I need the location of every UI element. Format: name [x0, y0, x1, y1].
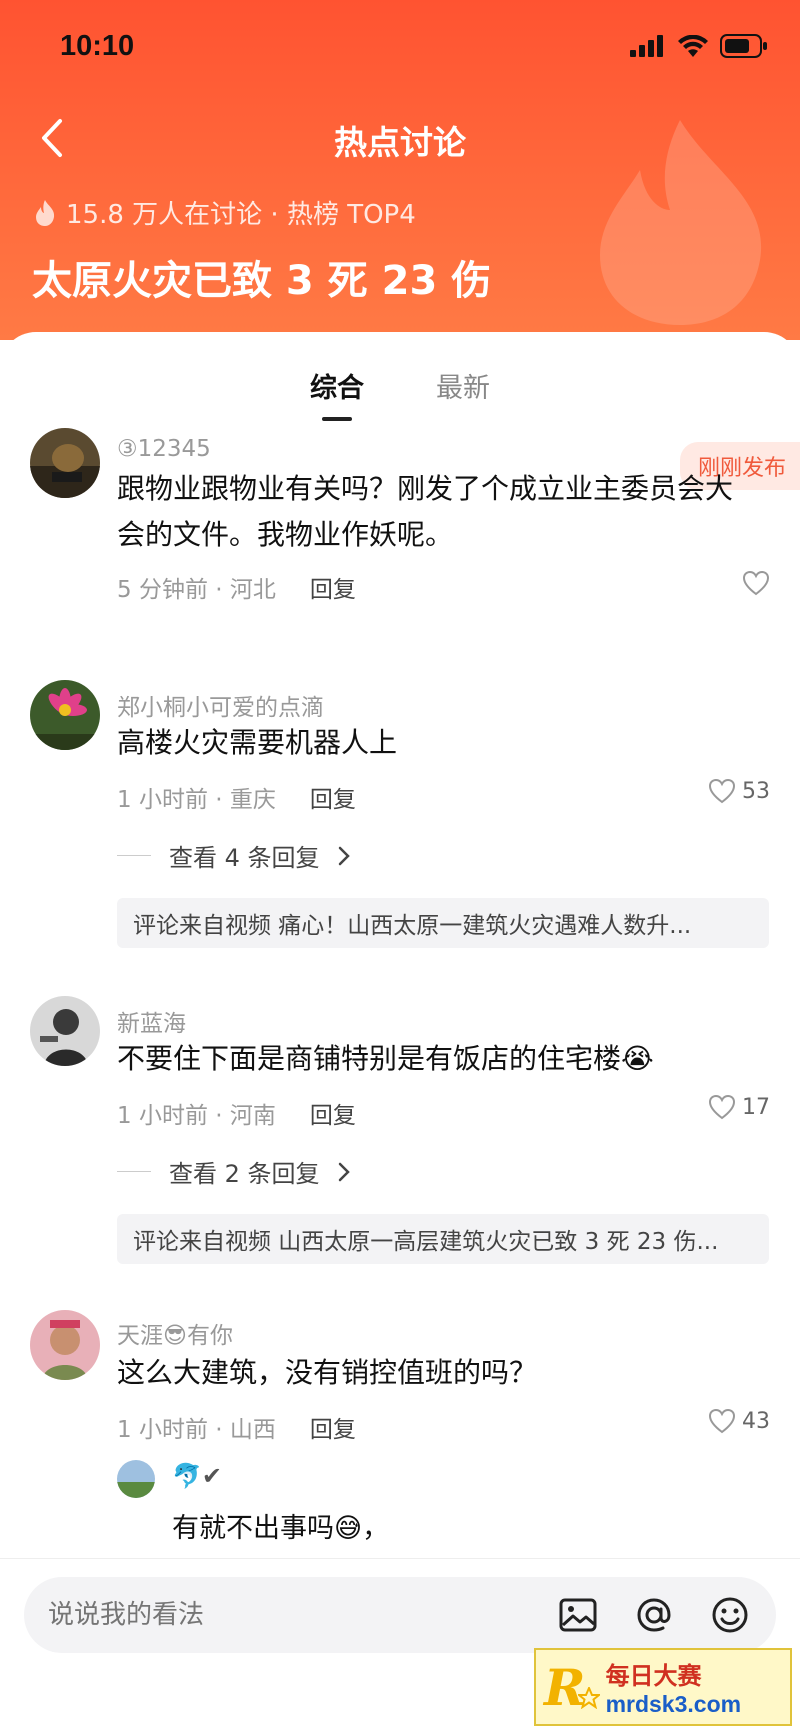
comment-text: 不要住下面是商铺特别是有饭店的住宅楼😭	[117, 1042, 654, 1075]
status-bar: 10:10	[0, 0, 800, 96]
comment-item: 天涯😎有你 这么大建筑，没有销控值班的吗？ 1 小时前 · 山西 回复 43 🐬…	[0, 1310, 800, 1570]
comment-input-container[interactable]	[24, 1577, 776, 1653]
heat-info: 15.8 万人在讨论 · 热榜 TOP4	[34, 194, 416, 231]
heart-icon	[708, 1094, 736, 1120]
comment-meta: 1 小时前 · 河南 回复	[117, 1096, 356, 1130]
signal-icon	[630, 35, 663, 57]
like-button[interactable]	[742, 570, 770, 596]
chevron-right-icon	[338, 1162, 350, 1181]
reply-button[interactable]: 回复	[310, 1096, 356, 1130]
avatar-image	[30, 996, 100, 1066]
tab-latest[interactable]: 最新	[432, 364, 494, 407]
comment-time-location: 5 分钟前 · 河北	[117, 577, 276, 603]
like-count: 53	[742, 778, 770, 804]
video-source-link[interactable]: 评论来自视频 山西太原一高层建筑火灾已致 3 死 23 伤...	[117, 1214, 769, 1264]
avatar-image	[117, 1460, 155, 1498]
comment-sheet: 综合 最新 刚刚发布 ③12345 跟物业跟物业有关吗？刚发了个成立业主委员会大…	[0, 332, 800, 1572]
sub-reply-username[interactable]: 🐬✔	[172, 1462, 222, 1490]
page-title: 热点讨论	[334, 123, 466, 162]
comment-time-location: 1 小时前 · 重庆	[117, 787, 276, 813]
mention-icon[interactable]	[634, 1595, 674, 1635]
site-watermark-logo: R 每日大赛 mrdsk3.com	[534, 1648, 792, 1726]
heart-icon	[708, 778, 736, 804]
comment-username[interactable]: 新蓝海	[117, 1004, 186, 1038]
wifi-icon	[678, 35, 708, 57]
comment-username[interactable]: 郑小桐小可爱的点滴	[117, 688, 324, 722]
username-part: 天涯	[117, 1323, 163, 1349]
avatar-image	[30, 428, 100, 498]
status-time: 10:10	[60, 30, 135, 62]
fire-icon	[36, 199, 55, 226]
divider	[117, 855, 151, 856]
divider	[117, 1171, 151, 1172]
like-count: 17	[742, 1094, 770, 1120]
view-replies-button[interactable]: 查看 4 条回复	[117, 838, 350, 873]
view-replies-label: 查看 2 条回复	[169, 1160, 320, 1188]
tab-bar: 综合 最新	[0, 364, 800, 421]
comment-text: 跟物业跟物业有关吗？刚发了个成立业主委员会大会的文件。我物业作妖呢。	[117, 472, 734, 551]
comment-item: 郑小桐小可爱的点滴 高楼火灾需要机器人上 1 小时前 · 重庆 回复 53 查看…	[0, 680, 800, 980]
chevron-right-icon	[338, 846, 350, 865]
reply-button[interactable]: 回复	[310, 1410, 356, 1444]
avatar[interactable]	[30, 1310, 100, 1380]
reply-button[interactable]: 回复	[310, 570, 356, 604]
comment-item: ③12345 跟物业跟物业有关吗？刚发了个成立业主委员会大会的文件。我物业作妖呢…	[0, 428, 800, 628]
username-part: 有你	[186, 1323, 233, 1349]
like-button[interactable]: 43	[708, 1408, 770, 1434]
sub-reply-avatar[interactable]	[117, 1460, 155, 1498]
star-icon	[577, 1687, 600, 1709]
comment-input[interactable]	[48, 1577, 498, 1653]
avatar[interactable]	[30, 680, 100, 750]
comment-item: 新蓝海 不要住下面是商铺特别是有饭店的住宅楼😭 1 小时前 · 河南 回复 17…	[0, 996, 800, 1296]
emoji-icon[interactable]	[710, 1595, 750, 1635]
heart-icon	[742, 570, 770, 596]
comment-username[interactable]: ③12345	[117, 436, 211, 462]
sub-reply-text: 有就不出事吗😅，	[172, 1513, 390, 1544]
tab-comprehensive[interactable]: 综合	[306, 364, 368, 421]
comment-username[interactable]: 天涯😎有你	[117, 1316, 233, 1350]
avatar[interactable]	[30, 428, 100, 498]
video-source-link[interactable]: 评论来自视频 痛心！山西太原一建筑火灾遇难人数升...	[117, 898, 769, 948]
watermark-cn: 每日大赛	[605, 1662, 702, 1690]
battery-icon	[720, 34, 767, 58]
watermark-text: 每日大赛 mrdsk3.com	[606, 1656, 742, 1718]
watermark-url: mrdsk3.com	[605, 1691, 742, 1717]
heart-icon	[708, 1408, 736, 1434]
topic-title: 太原火灾已致 3 死 23 伤	[32, 258, 492, 304]
status-icons	[630, 34, 768, 58]
comment-text: 这么大建筑，没有销控值班的吗？	[117, 1356, 538, 1389]
view-replies-label: 查看 4 条回复	[169, 844, 320, 872]
avatar[interactable]	[30, 996, 100, 1066]
comment-meta: 5 分钟前 · 河北 回复	[117, 570, 356, 604]
heat-text: 15.8 万人在讨论 · 热榜 TOP4	[66, 200, 416, 230]
comment-time-location: 1 小时前 · 河南	[117, 1103, 276, 1129]
reply-button[interactable]: 回复	[310, 780, 356, 814]
image-icon[interactable]	[558, 1595, 598, 1635]
view-replies-button[interactable]: 查看 2 条回复	[117, 1154, 350, 1189]
like-button[interactable]: 17	[708, 1094, 770, 1120]
comment-meta: 1 小时前 · 重庆 回复	[117, 780, 356, 814]
comment-meta: 1 小时前 · 山西 回复	[117, 1410, 356, 1444]
avatar-image	[30, 1310, 100, 1380]
comment-text: 高楼火灾需要机器人上	[117, 726, 398, 759]
like-count: 43	[742, 1408, 770, 1434]
sunglasses-emoji: 😎	[163, 1323, 187, 1349]
avatar-image	[30, 680, 100, 750]
comment-time-location: 1 小时前 · 山西	[117, 1417, 276, 1443]
like-button[interactable]: 53	[708, 778, 770, 804]
